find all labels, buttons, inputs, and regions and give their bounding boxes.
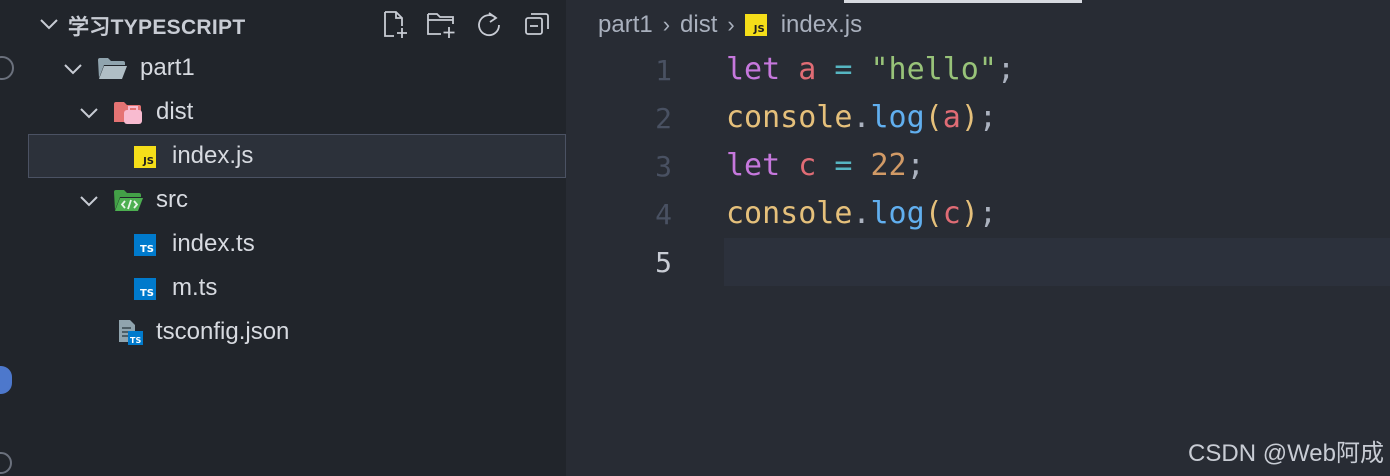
tree-label: m.ts xyxy=(172,274,218,301)
explorer-title[interactable]: 学习TYPESCRIPT xyxy=(68,11,245,41)
code-token: . xyxy=(852,196,871,231)
code-token: . xyxy=(852,100,871,135)
code-token: = xyxy=(834,52,853,87)
code-token: c xyxy=(798,148,817,183)
code-token: "hello" xyxy=(870,52,997,87)
new-file-icon[interactable] xyxy=(380,9,410,39)
code-token: ; xyxy=(996,52,1015,87)
chevron-down-icon xyxy=(64,64,82,75)
tree-file-index-ts[interactable]: TS index.ts xyxy=(28,222,566,266)
src-folder-icon xyxy=(114,190,143,211)
explorer-header: 学习TYPESCRIPT xyxy=(28,0,566,46)
code-text: console.log(a); xyxy=(726,100,997,135)
chevron-down-icon xyxy=(80,108,98,119)
code-token: c xyxy=(942,196,961,231)
explorer-sidebar: 学习TYPESCRIPT part1 dist JS index.js src … xyxy=(28,0,566,476)
line-number: 2 xyxy=(655,102,672,135)
collapse-all-icon[interactable] xyxy=(522,9,552,39)
tree-folder-src[interactable]: src xyxy=(28,178,566,222)
accounts-badge-icon[interactable] xyxy=(0,366,12,394)
tree-file-tsconfig[interactable]: TS tsconfig.json xyxy=(28,310,566,354)
javascript-file-icon: JS xyxy=(744,14,767,36)
tree-label: dist xyxy=(156,98,194,125)
code-token: a xyxy=(798,52,817,87)
tsconfig-file-icon: TS xyxy=(119,320,143,345)
activity-icon[interactable] xyxy=(0,56,14,80)
code-line[interactable]: 1 let a = "hello"; xyxy=(566,46,1390,94)
line-number: 1 xyxy=(655,54,672,87)
refresh-icon[interactable] xyxy=(474,9,504,39)
code-token: ; xyxy=(978,100,997,135)
breadcrumb-file[interactable]: index.js xyxy=(781,11,862,39)
settings-icon[interactable] xyxy=(0,452,12,474)
breadcrumb-separator: › xyxy=(727,12,735,37)
tree-file-m-ts[interactable]: TS m.ts xyxy=(28,266,566,310)
line-number: 3 xyxy=(655,150,672,183)
code-text: let a = "hello"; xyxy=(726,52,1015,87)
code-token: console xyxy=(726,100,853,135)
activity-bar xyxy=(0,0,28,476)
code-text: console.log(c); xyxy=(726,196,997,231)
chevron-down-icon xyxy=(80,196,98,207)
code-token: ) xyxy=(960,100,979,135)
new-folder-icon[interactable] xyxy=(426,9,456,39)
chevron-down-icon[interactable] xyxy=(38,14,60,34)
breadcrumb-part1[interactable]: part1 xyxy=(598,11,653,39)
typescript-file-icon: TS xyxy=(134,234,156,256)
tree-label: src xyxy=(156,186,188,213)
code-token: console xyxy=(726,196,853,231)
tree-file-index-js[interactable]: JS index.js xyxy=(28,134,566,178)
code-token: ; xyxy=(978,196,997,231)
code-token: log xyxy=(870,100,925,135)
code-token: let xyxy=(726,148,781,183)
code-token: ; xyxy=(906,148,925,183)
watermark: CSDN @Web阿成 xyxy=(1188,440,1384,467)
breadcrumb: part1 › dist › JS index.js xyxy=(598,9,862,41)
dist-folder-icon xyxy=(114,102,142,124)
active-tab-indicator xyxy=(844,0,1082,3)
javascript-file-icon: JS xyxy=(134,146,156,168)
code-editor[interactable]: part1 › dist › JS index.js 1 let a = "hel… xyxy=(566,0,1390,476)
code-token: = xyxy=(834,148,853,183)
code-text: let c = 22; xyxy=(726,148,925,183)
code-token: ) xyxy=(960,196,979,231)
tree-label: index.ts xyxy=(172,230,255,257)
folder-open-icon xyxy=(98,58,127,79)
tree-label: part1 xyxy=(140,54,195,81)
code-token: let xyxy=(726,52,781,87)
code-token: ( xyxy=(924,100,943,135)
code-token: a xyxy=(942,100,961,135)
tree-label: tsconfig.json xyxy=(156,318,290,345)
breadcrumb-dist[interactable]: dist xyxy=(680,11,717,39)
code-token: log xyxy=(870,196,925,231)
typescript-file-icon: TS xyxy=(134,278,156,300)
tree-folder-part1[interactable]: part1 xyxy=(28,46,566,90)
tree-folder-dist[interactable]: dist xyxy=(28,90,566,134)
svg-text:TS: TS xyxy=(130,336,141,345)
tree-label: index.js xyxy=(172,142,254,169)
code-line[interactable]: 3 let c = 22; xyxy=(566,142,1390,190)
line-number: 4 xyxy=(655,198,672,231)
line-number: 5 xyxy=(655,246,672,279)
code-line[interactable]: 4 console.log(c); xyxy=(566,190,1390,238)
breadcrumb-separator: › xyxy=(662,12,671,37)
code-token: 22 xyxy=(870,148,907,183)
code-line[interactable]: 5 xyxy=(566,238,1390,286)
code-token: ( xyxy=(924,196,943,231)
code-line[interactable]: 2 console.log(a); xyxy=(566,94,1390,142)
